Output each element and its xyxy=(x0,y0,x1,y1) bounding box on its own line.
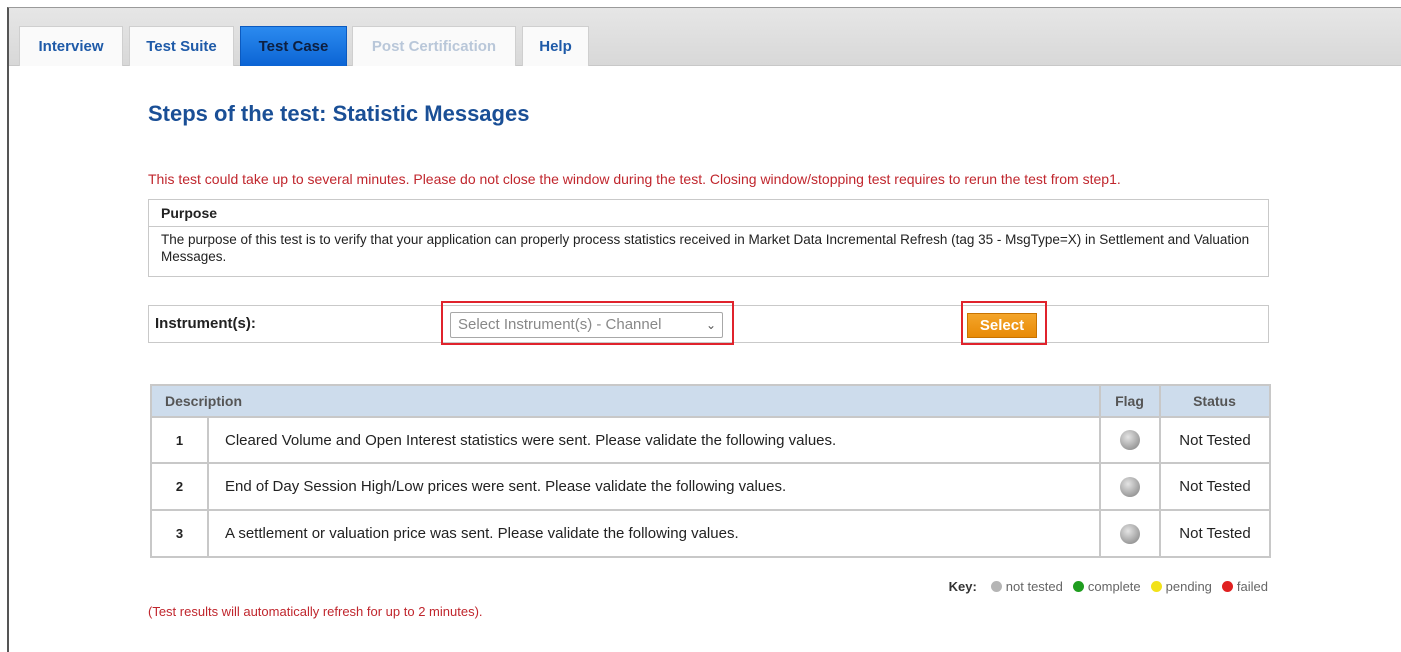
flag-cell xyxy=(1101,511,1159,556)
steps-table: Description Flag Status 1 Cleared Volume… xyxy=(150,384,1271,558)
tab-help[interactable]: Help xyxy=(522,26,589,66)
select-button[interactable]: Select xyxy=(967,313,1037,338)
status-key: Key: not tested complete pending failed xyxy=(949,579,1268,594)
pending-dot-icon xyxy=(1150,581,1162,592)
tab-test-suite[interactable]: Test Suite xyxy=(129,26,234,66)
warning-message: This test could take up to several minut… xyxy=(148,171,1121,187)
instrument-label: Instrument(s): xyxy=(155,315,256,332)
step-number: 3 xyxy=(152,511,207,556)
key-failed: failed xyxy=(1236,579,1268,594)
flag-cell xyxy=(1101,418,1159,462)
header-description: Description xyxy=(152,386,1099,416)
step-number: 2 xyxy=(152,464,207,509)
flag-cell xyxy=(1101,464,1159,509)
key-label: Key: xyxy=(948,579,977,594)
failed-dot-icon xyxy=(1221,581,1233,592)
key-pending: pending xyxy=(1165,579,1212,594)
chevron-down-icon: ⌄ xyxy=(705,318,716,332)
table-row: 1 Cleared Volume and Open Interest stati… xyxy=(152,418,1269,462)
header-status: Status xyxy=(1161,386,1269,416)
tab-bar: Interview Test Suite Test Case Post Cert… xyxy=(9,8,1401,66)
purpose-heading: Purpose xyxy=(149,200,1268,227)
status-cell: Not Tested xyxy=(1161,511,1269,556)
refresh-note: (Test results will automatically refresh… xyxy=(148,604,483,619)
purpose-text: The purpose of this test is to verify th… xyxy=(161,232,1250,264)
tab-interview[interactable]: Interview xyxy=(19,26,123,66)
not-tested-dot-icon xyxy=(990,581,1002,592)
status-cell: Not Tested xyxy=(1161,418,1269,462)
page-title: Steps of the test: Statistic Messages xyxy=(148,101,530,126)
table-row: 2 End of Day Session High/Low prices wer… xyxy=(152,464,1269,509)
header-flag: Flag xyxy=(1101,386,1159,416)
status-flag-icon xyxy=(1120,523,1140,544)
step-number: 1 xyxy=(152,418,207,462)
key-complete: complete xyxy=(1087,579,1141,594)
status-flag-icon xyxy=(1120,430,1140,450)
tab-post-certification: Post Certification xyxy=(352,26,516,66)
table-row: 3 A settlement or valuation price was se… xyxy=(152,511,1269,556)
step-description: A settlement or valuation price was sent… xyxy=(209,511,1099,556)
status-cell: Not Tested xyxy=(1161,464,1269,509)
key-not-tested: not tested xyxy=(1005,579,1063,594)
complete-dot-icon xyxy=(1072,581,1084,592)
purpose-panel: Purpose The purpose of this test is to v… xyxy=(148,199,1269,277)
status-flag-icon xyxy=(1120,476,1140,497)
tab-test-case[interactable]: Test Case xyxy=(240,26,347,66)
instrument-select[interactable]: Select Instrument(s) - Channel ⌄ xyxy=(450,312,723,338)
step-description: Cleared Volume and Open Interest statist… xyxy=(209,418,1099,462)
step-description: End of Day Session High/Low prices were … xyxy=(209,464,1099,509)
instrument-select-value: Select Instrument(s) - Channel xyxy=(458,316,662,333)
app-frame: Interview Test Suite Test Case Post Cert… xyxy=(7,7,1401,652)
